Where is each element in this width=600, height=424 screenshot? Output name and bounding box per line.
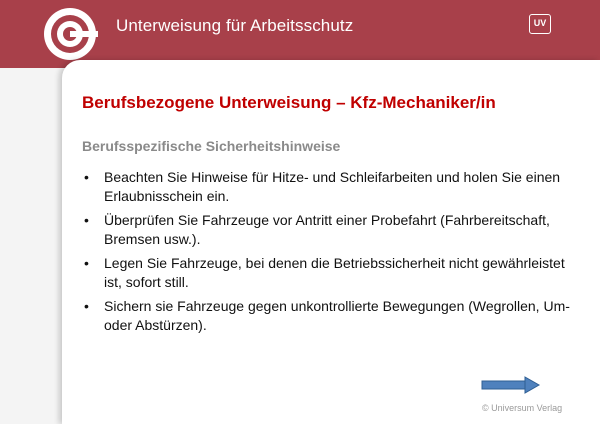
copyright-note: © Universum Verlag xyxy=(482,403,563,413)
list-item: • Beachten Sie Hinweise für Hitze- und S… xyxy=(82,168,582,206)
slide-title: Berufsbezogene Unterweisung – Kfz-Mechan… xyxy=(82,93,496,112)
list-item: • Sichern sie Fahrzeuge gegen unkontroll… xyxy=(82,297,582,335)
bullet-icon: • xyxy=(84,255,89,271)
bullet-icon: • xyxy=(84,212,89,228)
bullet-text: Legen Sie Fahrzeuge, bei denen die Betri… xyxy=(104,255,565,290)
bullet-list: • Beachten Sie Hinweise für Hitze- und S… xyxy=(82,168,582,340)
bullet-icon: • xyxy=(84,169,89,185)
bullet-text: Beachten Sie Hinweise für Hitze- und Sch… xyxy=(104,169,561,204)
header-band: Unterweisung für Arbeitsschutz UV xyxy=(0,0,600,68)
slide-panel: Berufsbezogene Unterweisung – Kfz-Mechan… xyxy=(62,60,600,424)
section-heading: Berufsspezifische Sicherheitshinweise xyxy=(82,138,341,154)
list-item: • Überprüfen Sie Fahrzeuge vor Antritt e… xyxy=(82,211,582,249)
target-logo-icon xyxy=(44,8,98,60)
bullet-text: Sichern sie Fahrzeuge gegen unkontrollie… xyxy=(104,298,570,333)
bullet-icon: • xyxy=(84,298,89,314)
arrow-right-icon[interactable] xyxy=(481,376,541,394)
list-item: • Legen Sie Fahrzeuge, bei denen die Bet… xyxy=(82,254,582,292)
publisher-badge: UV xyxy=(529,14,551,34)
app-title: Unterweisung für Arbeitsschutz xyxy=(116,16,354,35)
bullet-text: Überprüfen Sie Fahrzeuge vor Antritt ein… xyxy=(104,212,550,247)
